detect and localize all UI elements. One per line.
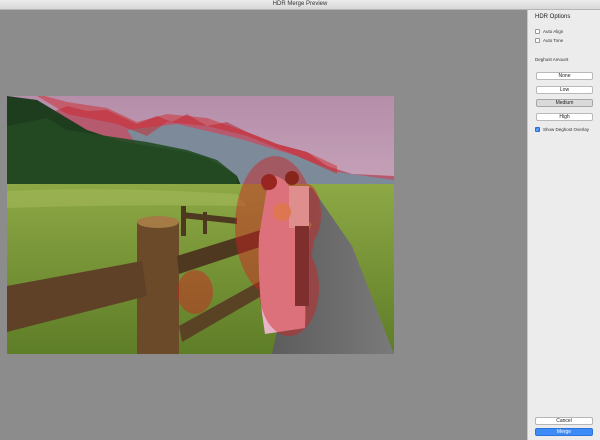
- auto-align-label: Auto Align: [543, 29, 564, 34]
- auto-align-checkbox[interactable]: [535, 29, 540, 34]
- deghost-overlay-checkbox[interactable]: [535, 127, 540, 132]
- auto-align-option[interactable]: Auto Align: [535, 29, 563, 34]
- merge-button[interactable]: Merge: [535, 428, 593, 436]
- title-bar: HDR Merge Preview: [0, 0, 600, 10]
- deghost-amount-label: Deghost Amount: [535, 57, 569, 62]
- auto-tone-label: Auto Tone: [543, 38, 564, 43]
- cancel-button[interactable]: Cancel: [535, 417, 593, 425]
- deghost-overlay-option[interactable]: Show Deghost Overlay: [535, 127, 589, 132]
- deghost-low-button[interactable]: Low: [536, 86, 593, 94]
- deghost-none-button[interactable]: None: [536, 72, 593, 80]
- hdr-options-panel: HDR Options Auto Align Auto Tone Deghost…: [527, 10, 600, 440]
- deghost-medium-button[interactable]: Medium: [536, 99, 593, 107]
- auto-tone-option[interactable]: Auto Tone: [535, 38, 563, 43]
- preview-area: [0, 10, 527, 440]
- deghost-high-button[interactable]: High: [536, 113, 593, 121]
- hdr-preview-image: [7, 96, 394, 354]
- preview-photo: [7, 96, 394, 354]
- window-title: HDR Merge Preview: [272, 1, 328, 7]
- panel-title: HDR Options: [535, 14, 571, 20]
- deghost-overlay-label: Show Deghost Overlay: [543, 127, 590, 132]
- auto-tone-checkbox[interactable]: [535, 38, 540, 43]
